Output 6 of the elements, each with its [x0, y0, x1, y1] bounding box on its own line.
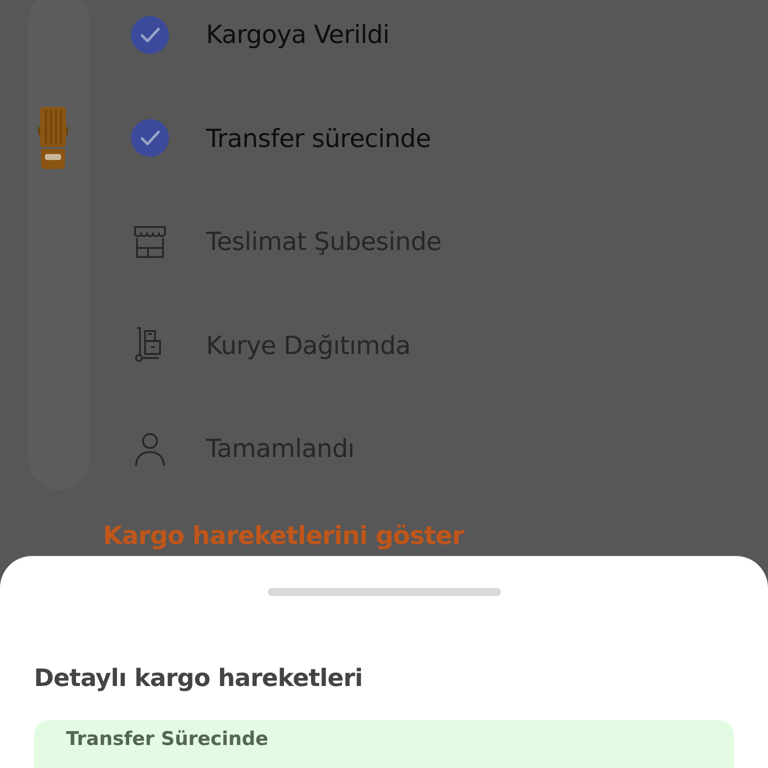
- sheet-title: Detaylı kargo hareketleri: [34, 664, 364, 692]
- step-label: Transfer sürecinde: [206, 124, 431, 153]
- sheet-handle[interactable]: [268, 588, 500, 596]
- step-label: Kargoya Verildi: [206, 20, 390, 50]
- event-status: Transfer Sürecinde: [66, 728, 268, 750]
- show-movements-link[interactable]: Kargo hareketlerini göster: [103, 520, 464, 550]
